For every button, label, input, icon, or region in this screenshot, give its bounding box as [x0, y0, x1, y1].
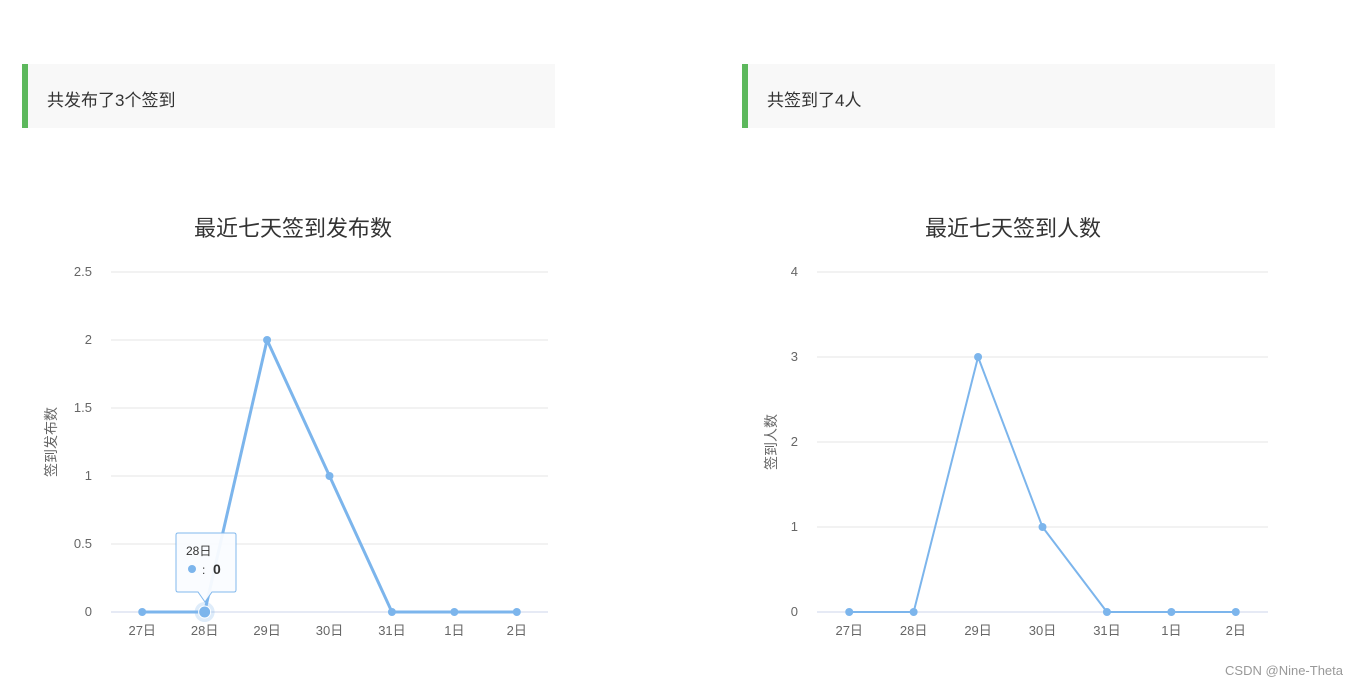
x-tick-label: 31日 [378, 623, 405, 638]
y-axis-label: 签到发布数 [43, 407, 59, 477]
data-point [1038, 523, 1047, 531]
x-tick-label: 30日 [316, 623, 343, 638]
checkin-panel: 共签到了4人 最近七天签到人数 签到人数 0 1 2 3 4 27日 28日 29日 30日 31… [742, 64, 1275, 644]
data-point [845, 608, 854, 616]
watermark: CSDN @Nine-Theta [1225, 663, 1343, 678]
x-tick-label: 30日 [1029, 623, 1056, 638]
data-point [387, 608, 396, 616]
data-point [263, 336, 272, 344]
y-tick-label: 1.5 [74, 400, 92, 415]
y-tick-label: 2 [85, 332, 92, 347]
data-point [1231, 608, 1240, 616]
data-point [909, 608, 918, 616]
publish-summary-text: 共发布了3个签到 [47, 91, 176, 110]
chart-tooltip: 28日 : 0 [175, 532, 237, 603]
tooltip-series-dot [188, 565, 196, 573]
data-point [1102, 608, 1111, 616]
y-tick-label: 4 [791, 264, 798, 279]
x-tick-label: 29日 [964, 623, 991, 638]
checkin-summary-header: 共签到了4人 [742, 64, 1275, 128]
data-point [974, 353, 983, 361]
data-point [512, 608, 521, 616]
y-tick-label: 1 [85, 468, 92, 483]
y-tick-label: 1 [791, 519, 798, 534]
x-tick-label: 2日 [507, 623, 527, 638]
y-tick-label: 2.5 [74, 264, 92, 279]
x-tick-label: 27日 [128, 623, 155, 638]
chart-title: 最近七天签到发布数 [194, 216, 392, 241]
series-line [849, 356, 1236, 613]
x-tick-label: 29日 [253, 623, 280, 638]
data-point [138, 608, 147, 616]
y-tick-label: 0.5 [74, 536, 92, 551]
x-tick-label: 1日 [444, 623, 464, 638]
x-tick-label: 31日 [1093, 623, 1120, 638]
x-tick-label: 28日 [191, 623, 218, 638]
publish-summary-header: 共发布了3个签到 [22, 64, 555, 128]
x-tick-label: 2日 [1226, 623, 1246, 638]
x-tick-label: 28日 [900, 623, 927, 638]
data-point [198, 605, 212, 619]
tooltip-colon: : [202, 563, 205, 577]
tooltip-date: 28日 [186, 544, 211, 558]
checkin-summary-text: 共签到了4人 [767, 91, 862, 110]
y-tick-label: 3 [791, 349, 798, 364]
chart-title: 最近七天签到人数 [925, 216, 1101, 241]
y-tick-label: 2 [791, 434, 798, 449]
data-point [450, 608, 459, 616]
data-point [325, 472, 334, 480]
publish-chart: 最近七天签到发布数 签到发布数 0 0.5 1 1.5 2 2.5 27日 28日 29日 30日… [43, 216, 548, 638]
x-tick-label: 1日 [1161, 623, 1181, 638]
y-axis-label: 签到人数 [763, 414, 779, 470]
x-tick-label: 27日 [835, 623, 862, 638]
checkin-chart: 最近七天签到人数 签到人数 0 1 2 3 4 27日 28日 29日 30日 31日 1日 2日 [763, 216, 1268, 638]
data-point [1167, 608, 1176, 616]
publish-panel: 共发布了3个签到 最近七天签到发布数 签到发布数 0 0.5 1 1.5 2 2.5 27日… [22, 64, 555, 644]
y-tick-label: 0 [85, 604, 92, 619]
tooltip-value: 0 [213, 561, 221, 577]
y-tick-label: 0 [791, 604, 798, 619]
